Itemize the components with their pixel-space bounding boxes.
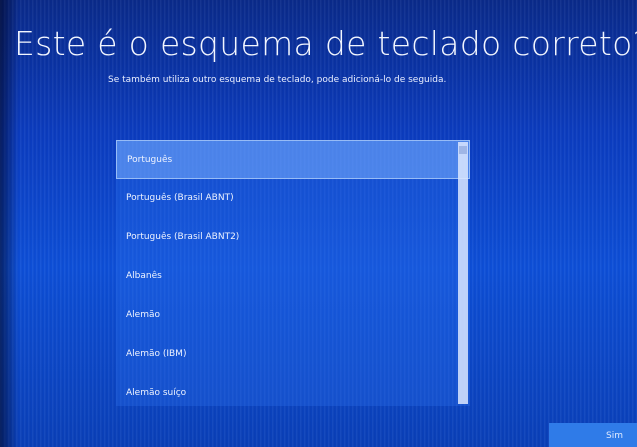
list-scrollbar[interactable] [458, 142, 468, 404]
list-item[interactable]: Albanês [116, 257, 470, 296]
list-item[interactable]: Alemão (IBM) [116, 335, 470, 374]
scrollbar-thumb[interactable] [459, 146, 467, 154]
list-item[interactable]: Português [116, 140, 470, 179]
next-button[interactable]: Sim [549, 423, 637, 447]
list-item[interactable]: Alemão [116, 296, 470, 335]
list-item[interactable]: Português (Brasil ABNT2) [116, 218, 470, 257]
page-title: Este é o esquema de teclado correto? [14, 24, 637, 63]
screen-edge-shade [0, 0, 18, 447]
page-subtitle: Se também utiliza outro esquema de tecla… [108, 75, 447, 85]
list-item[interactable]: Português (Brasil ABNT) [116, 179, 470, 218]
keyboard-layout-list[interactable]: Português Português (Brasil ABNT) Portug… [116, 140, 470, 406]
list-item[interactable]: Alemão suíço [116, 374, 470, 406]
